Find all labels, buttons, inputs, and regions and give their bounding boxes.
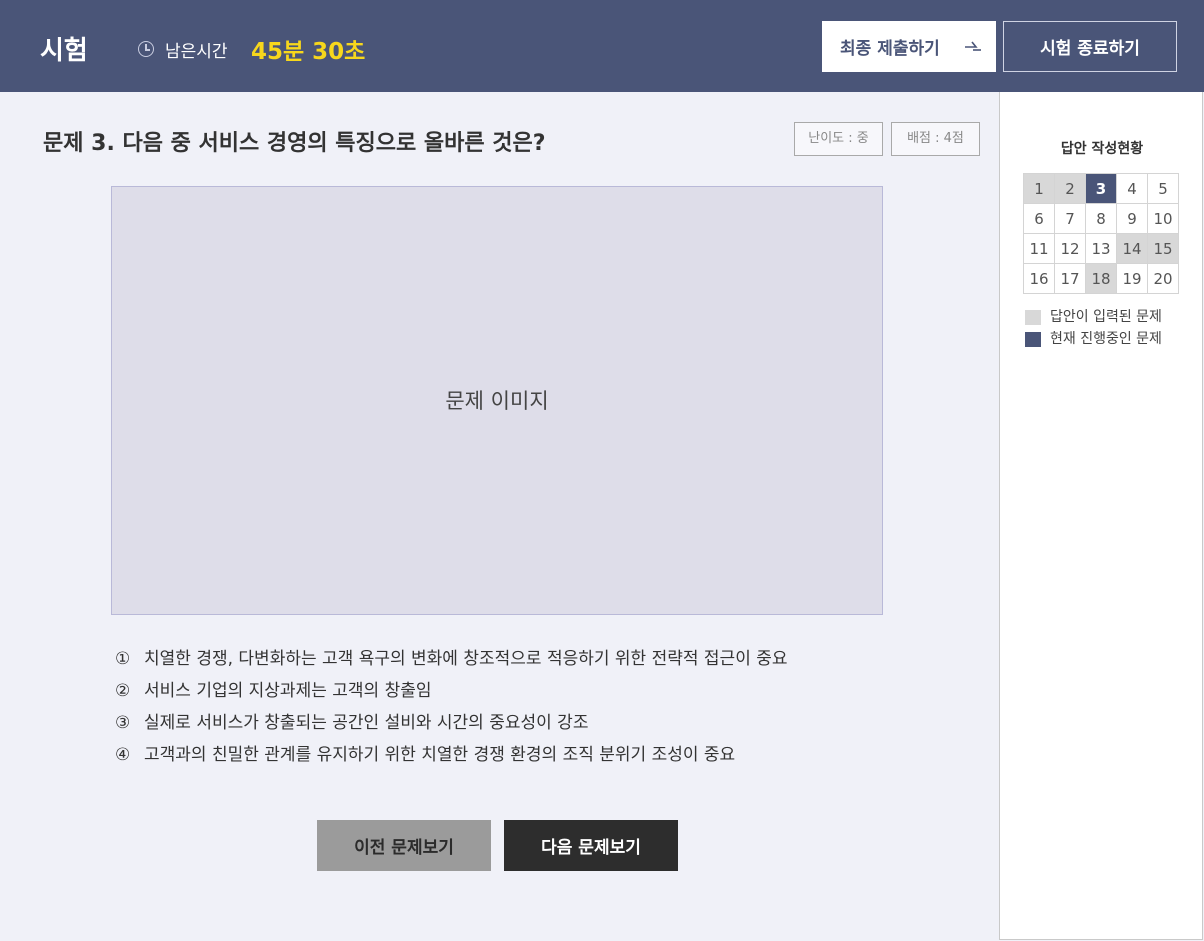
final-submit-label: 최종 제출하기 <box>840 39 940 59</box>
answer-status-panel: 답안 작성현황 1 2 3 4 5 6 7 8 9 10 11 12 13 14 <box>999 92 1203 940</box>
choice-number: ④ <box>115 745 131 765</box>
legend-current: 현재 진행중인 문제 <box>1025 328 1162 350</box>
question-title: 문제 3. 다음 중 서비스 경영의 특징으로 올바른 것은? <box>43 131 546 156</box>
question-cell[interactable]: 9 <box>1116 203 1148 234</box>
question-image: 문제 이미지 <box>111 186 883 615</box>
clock-icon <box>138 41 154 57</box>
legend-answered-label: 답안이 입력된 문제 <box>1050 309 1162 325</box>
choice-1[interactable]: ① 치열한 경쟁, 다변화하는 고객 욕구의 변화에 창조적으로 적응하기 위한 … <box>115 647 788 679</box>
score-badge: 배점 : 4점 <box>891 122 980 156</box>
timer-label: 남은시간 <box>165 42 228 62</box>
choice-text: 실제로 서비스가 창출되는 공간인 설비와 시간의 중요성이 강조 <box>144 713 589 733</box>
question-cell[interactable]: 7 <box>1054 203 1086 234</box>
question-cell[interactable]: 20 <box>1147 263 1179 294</box>
legend: 답안이 입력된 문제 현재 진행중인 문제 <box>1025 306 1162 350</box>
choice-text: 치열한 경쟁, 다변화하는 고객 욕구의 변화에 창조적으로 적응하기 위한 전… <box>144 649 788 669</box>
choice-4[interactable]: ④ 고객과의 친밀한 관계를 유지하기 위한 치열한 경쟁 환경의 조직 분위기 … <box>115 743 788 775</box>
answered-swatch <box>1025 310 1041 325</box>
choice-text: 서비스 기업의 지상과제는 고객의 창출임 <box>144 681 432 701</box>
question-cell[interactable]: 12 <box>1054 233 1086 264</box>
legend-current-label: 현재 진행중인 문제 <box>1050 331 1162 347</box>
question-cell[interactable]: 10 <box>1147 203 1179 234</box>
question-cell[interactable]: 2 <box>1054 173 1086 204</box>
question-grid: 1 2 3 4 5 6 7 8 9 10 11 12 13 14 15 16 1… <box>1023 173 1179 294</box>
question-cell[interactable]: 17 <box>1054 263 1086 294</box>
question-cell[interactable]: 4 <box>1116 173 1148 204</box>
question-cell[interactable]: 3 <box>1085 173 1117 204</box>
question-cell[interactable]: 6 <box>1023 203 1055 234</box>
page-title: 시험 <box>40 36 88 66</box>
question-cell[interactable]: 1 <box>1023 173 1055 204</box>
choice-3[interactable]: ③ 실제로 서비스가 창출되는 공간인 설비와 시간의 중요성이 강조 <box>115 711 788 743</box>
current-swatch <box>1025 332 1041 347</box>
choice-list: ① 치열한 경쟁, 다변화하는 고객 욕구의 변화에 창조적으로 적응하기 위한 … <box>115 647 788 775</box>
legend-answered: 답안이 입력된 문제 <box>1025 306 1162 328</box>
question-cell[interactable]: 13 <box>1085 233 1117 264</box>
end-exam-button[interactable]: 시험 종료하기 <box>1003 21 1177 72</box>
question-panel: 문제 3. 다음 중 서비스 경영의 특징으로 올바른 것은? 난이도 : 중 … <box>0 92 999 941</box>
choice-number: ③ <box>115 713 131 733</box>
question-cell[interactable]: 19 <box>1116 263 1148 294</box>
next-question-button[interactable]: 다음 문제보기 <box>504 820 678 871</box>
choice-text: 고객과의 친밀한 관계를 유지하기 위한 치열한 경쟁 환경의 조직 분위기 조… <box>144 745 736 765</box>
final-submit-button[interactable]: 최종 제출하기 <box>822 21 996 72</box>
question-cell[interactable]: 5 <box>1147 173 1179 204</box>
question-cell[interactable]: 8 <box>1085 203 1117 234</box>
exam-header: 시험 남은시간 45분 30초 최종 제출하기 시험 종료하기 <box>0 0 1204 92</box>
question-image-label: 문제 이미지 <box>445 389 549 413</box>
send-icon <box>965 41 981 51</box>
question-cell[interactable]: 14 <box>1116 233 1148 264</box>
question-cell[interactable]: 16 <box>1023 263 1055 294</box>
choice-2[interactable]: ② 서비스 기업의 지상과제는 고객의 창출임 <box>115 679 788 711</box>
answer-status-title: 답안 작성현황 <box>1060 141 1144 157</box>
choice-number: ② <box>115 681 131 701</box>
question-cell[interactable]: 15 <box>1147 233 1179 264</box>
question-cell[interactable]: 18 <box>1085 263 1117 294</box>
difficulty-badge: 난이도 : 중 <box>794 122 883 156</box>
timer-value: 45분 30초 <box>251 39 366 65</box>
choice-number: ① <box>115 649 131 669</box>
prev-question-button[interactable]: 이전 문제보기 <box>317 820 491 871</box>
question-cell[interactable]: 11 <box>1023 233 1055 264</box>
